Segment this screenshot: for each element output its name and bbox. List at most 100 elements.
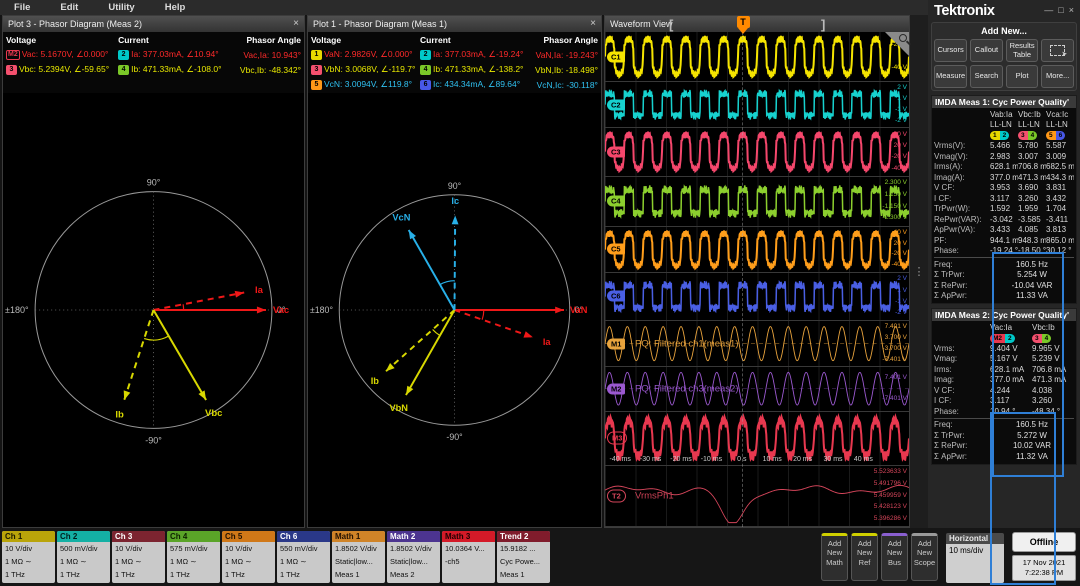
badge-math3[interactable]: Math 3 10.0364 V... -ch5 xyxy=(442,531,495,583)
badge-ch3[interactable]: Ch 3 10 V/div 1 MΩ ∼ 1 THz xyxy=(112,531,165,583)
badge-line: 1 MΩ ∼ xyxy=(60,557,87,566)
meas-value: -19.24 ° xyxy=(990,246,1018,256)
meas-summary-label: Freq: xyxy=(934,420,953,430)
waveform-row-t2[interactable]: T2 VrmsPh1 5.523633 V 5.491796 V 5.459959 V5… xyxy=(605,465,909,527)
time-label: -40 ms xyxy=(609,455,631,463)
badge-line: 1 MΩ ∼ xyxy=(115,557,142,566)
trigger-position-line xyxy=(742,32,743,527)
badge-header: Math 3 xyxy=(442,531,495,542)
badge-line: 1 MΩ ∼ xyxy=(170,557,197,566)
channel-badge: 6 xyxy=(1055,131,1066,141)
menu-item-edit[interactable]: Edit xyxy=(60,2,78,13)
menu-item-file[interactable]: File xyxy=(14,2,30,13)
badge-math1[interactable]: Math 1 1.8502 V/div Static|low... Meas 1 xyxy=(332,531,385,583)
badge-ch1[interactable]: Ch 1 10 V/div 1 MΩ ∼ 1 THz xyxy=(2,531,55,583)
channel-badge: 2 xyxy=(1005,333,1015,343)
waveform-row-c1[interactable]: C1 -20 V -40 V xyxy=(605,32,909,83)
channel-badge-c5[interactable]: C5 xyxy=(607,243,625,255)
badge-line: 10 V/div xyxy=(225,544,253,553)
badge-line: 10.0364 V... xyxy=(445,544,485,553)
badge-line: 15.9182 ... xyxy=(500,544,536,553)
waveform-row-c3[interactable]: C3 40 V 20 V -20 V -40 V xyxy=(605,128,909,177)
add-new-bus-button[interactable]: Add New Bus xyxy=(881,533,908,581)
offline-button[interactable]: Offline xyxy=(1012,532,1076,552)
channel-badge: 4 xyxy=(1041,333,1052,343)
badge-header: Ch 1 xyxy=(2,531,55,542)
plot3-close-icon[interactable]: × xyxy=(293,19,299,29)
close-button[interactable]: × xyxy=(1069,6,1074,15)
svg-text:Ic: Ic xyxy=(451,196,459,206)
channel-badge-m2[interactable]: M2 xyxy=(607,383,626,395)
add-new-search-button[interactable]: Search xyxy=(970,65,1003,88)
add-new-math-button[interactable]: Add New Math xyxy=(821,533,848,581)
phasor-angle-value: VcN,Ic: -30.118° xyxy=(536,79,598,90)
waveform-label: VrmsPh1 xyxy=(635,490,674,502)
phasor-angle-value: VbN,Ib: -18.498° xyxy=(535,64,598,75)
channel-badge-c6[interactable]: C6 xyxy=(607,290,625,302)
badge-ch5[interactable]: Ch 5 10 V/div 1 MΩ ∼ 1 THz xyxy=(222,531,275,583)
button-line: Math xyxy=(826,557,843,567)
add-new-cursors-button[interactable]: Cursors xyxy=(934,39,968,62)
minimize-button[interactable]: — xyxy=(1044,6,1053,15)
channel-badge-t2[interactable]: T2 xyxy=(607,489,626,503)
meas-value: 3.831 xyxy=(1046,183,1067,193)
meas-row: Vmag(V): 2.983 3.007 3.009 xyxy=(934,151,1074,162)
meas-summary-label: Freq: xyxy=(934,259,953,269)
waveform-row-c6[interactable]: C6 2 V 1 V -1 V -2 V xyxy=(605,272,909,322)
meas-row: PF: 944.1 m 948.3 m 865.0 m xyxy=(934,235,1074,246)
channel-badge-c4[interactable]: C4 xyxy=(607,195,625,207)
trigger-marker[interactable]: T xyxy=(736,16,750,34)
waveform-row-c2[interactable]: C2 2 V 1 V -1 V -2 V xyxy=(605,82,909,129)
channel-pair-badge: 56 xyxy=(1046,131,1066,141)
waveform-titlebar[interactable]: Waveform View [ ] xyxy=(605,16,909,32)
plot1-titlebar[interactable]: Plot 1 - Phasor Diagram (Meas 1) × xyxy=(308,16,601,32)
badge-line: Meas 1 xyxy=(500,570,525,579)
horizontal-panel[interactable]: Horizontal 10 ms/div xyxy=(946,533,1004,583)
add-new-ref-button[interactable]: Add New Ref xyxy=(851,533,878,581)
badge-ch4[interactable]: Ch 4 575 mV/div 1 MΩ ∼ 1 THz xyxy=(167,531,220,583)
badge-ch6[interactable]: Ch 6 550 mV/div 1 MΩ ∼ 1 THz xyxy=(277,531,330,583)
channel-badge-c1[interactable]: C1 xyxy=(607,51,625,63)
menu-item-help[interactable]: Help xyxy=(165,2,186,13)
channel-badge-c2[interactable]: C2 xyxy=(607,99,625,111)
add-new-callout-button[interactable]: Callout xyxy=(970,39,1003,62)
meas-col-header: Vac:Ia xyxy=(990,322,1013,332)
plot1-close-icon[interactable]: × xyxy=(590,19,596,29)
add-new-results-table-button[interactable]: Results Table xyxy=(1005,39,1039,62)
meas-row-label: Vrms(V): xyxy=(934,141,966,151)
badge-trend2[interactable]: Trend 2 15.9182 ... Cyc Powe... Meas 1 xyxy=(497,531,550,583)
channel-badge-m1[interactable]: M1 xyxy=(607,338,626,350)
plot3-titlebar[interactable]: Plot 3 - Phasor Diagram (Meas 2) × xyxy=(3,16,304,32)
zoom-corner-button[interactable] xyxy=(885,32,911,56)
meas-badge-cell: 34 xyxy=(1018,130,1046,141)
zoom-bracket-right[interactable]: ] xyxy=(821,17,825,32)
waveform-row-c4[interactable]: C4 2.300 V 1.150 V -1.150 V -2.300 V xyxy=(605,176,909,227)
waveform-row-c5[interactable]: C5 40 V 20 V -20 V -40 V xyxy=(605,226,909,273)
add-new-measure-button[interactable]: Measure xyxy=(934,65,968,88)
zoom-bracket-left[interactable]: [ xyxy=(669,17,673,32)
restore-button[interactable]: □ xyxy=(1058,6,1063,15)
channel-badge-c3[interactable]: C3 xyxy=(607,146,625,158)
add-new-scope-button[interactable]: Add New Scope xyxy=(911,533,938,581)
annotation-icon-button[interactable] xyxy=(1041,39,1074,62)
badge-math2[interactable]: Math 2 1.8502 V/div Static|low... Meas 2 xyxy=(387,531,440,583)
menu-item-utility[interactable]: Utility xyxy=(108,2,134,13)
waveform-row-m3[interactable]: M3 -40 ms -30 ms -20 ms -10 ms 0 s 10 ms 20 ms 3… xyxy=(605,411,909,466)
waveform-trace-c3 xyxy=(605,131,909,174)
channel-badge: 3 xyxy=(1032,333,1042,343)
channel-badge-m3[interactable]: M3 xyxy=(607,431,628,445)
meas-value: -48.34 ° xyxy=(1032,406,1061,416)
waveform-row-m2[interactable]: M2 PQ: Filtered ch3(meas2) 7.401 V -7.401 V xyxy=(605,367,909,412)
add-new-plot-button[interactable]: Plot xyxy=(1005,65,1039,88)
svg-text:Ia: Ia xyxy=(543,337,552,347)
add-new-more--button[interactable]: More... xyxy=(1041,65,1074,88)
meas-value: 4.085 xyxy=(1018,225,1039,235)
meas-row-label: Irms(A): xyxy=(934,162,963,172)
waveform-row-m1[interactable]: M1 PQ: Filtered ch1(meas1) 7.401 V 3.700 V -… xyxy=(605,321,909,368)
waveform-label: PQ: Filtered ch3(meas2) xyxy=(635,383,739,395)
meas-row: TrPwr(W): 1.592 1.959 1.704 xyxy=(934,204,1074,215)
horizontal-scale-value: 10 ms/div xyxy=(946,544,1004,583)
time-label: 0 s xyxy=(737,455,747,463)
badge-ch2[interactable]: Ch 2 500 mV/div 1 MΩ ∼ 1 THz xyxy=(57,531,110,583)
panel-divider[interactable]: ⋮ xyxy=(910,15,928,528)
